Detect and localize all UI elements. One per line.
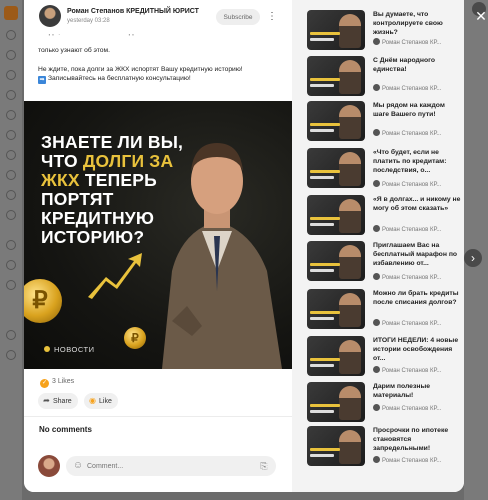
related-post-title[interactable]: Вы думаете, что контролируете свою жизнь… bbox=[373, 10, 461, 37]
related-post-author: Роман Степанов КР... bbox=[373, 84, 441, 92]
comment-box[interactable]: ☺ ⎘ bbox=[66, 456, 276, 476]
related-post-item[interactable]: Приглашаем Вас на бесплатный марафон по … bbox=[307, 241, 461, 281]
related-post-item[interactable]: Вы думаете, что контролируете свою жизнь… bbox=[307, 10, 461, 50]
nav-icon bbox=[6, 50, 16, 60]
likes-count[interactable]: ✓ 3 Likes bbox=[40, 378, 74, 388]
share-button[interactable]: ➦ Share bbox=[38, 393, 78, 409]
related-post-author: Роман Степанов КР... bbox=[373, 404, 441, 412]
nav-icon bbox=[6, 210, 16, 220]
nav-icon bbox=[6, 190, 16, 200]
related-post-author: Роман Степанов КР... bbox=[373, 38, 441, 46]
comment-input[interactable] bbox=[87, 459, 247, 473]
like-icon: ◉ bbox=[89, 396, 96, 405]
related-post-item[interactable]: С Днём народного единства! Роман Степано… bbox=[307, 56, 461, 96]
coin-icon: ₽ bbox=[124, 327, 146, 349]
nav-icon bbox=[6, 330, 16, 340]
related-post-item[interactable]: Мы рядом на каждом шаге Вашего пути! Ром… bbox=[307, 101, 461, 141]
post-date: yesterday 03:28 bbox=[67, 18, 110, 24]
related-post-item[interactable]: Просрочки по ипотеке становятся запредел… bbox=[307, 426, 461, 466]
author-name[interactable]: Роман Степанов КРЕДИТНЫЙ ЮРИСТ bbox=[67, 8, 199, 15]
related-post-thumbnail[interactable] bbox=[307, 426, 365, 466]
share-icon: ➦ bbox=[43, 396, 50, 405]
post-text: ЛЮДИ, ОКОЛО ПОЛОВИНЫ ДОЛЖНИКОВ СМОГУТ ПО… bbox=[38, 28, 286, 93]
related-post-thumbnail[interactable] bbox=[307, 56, 365, 96]
background-left-nav bbox=[0, 0, 22, 500]
nav-icon bbox=[6, 240, 16, 250]
emoji-icon[interactable]: ☺ bbox=[72, 460, 84, 472]
post-text-line: Не ждите, пока долги за ЖКХ испортят Ваш… bbox=[38, 65, 243, 73]
post-panel: ЛЮДИ, ОКОЛО ПОЛОВИНЫ ДОЛЖНИКОВ СМОГУТ ПО… bbox=[24, 0, 292, 492]
ok-logo-icon bbox=[4, 6, 18, 20]
commenter-avatar bbox=[38, 455, 60, 477]
related-post-item[interactable]: Можно ли брать кредиты после списания до… bbox=[307, 289, 461, 329]
post-header: Роман Степанов КРЕДИТНЫЙ ЮРИСТ yesterday… bbox=[24, 0, 292, 34]
related-post-title[interactable]: Просрочки по ипотеке становятся запредел… bbox=[373, 426, 461, 453]
more-options-icon[interactable]: ⋮ bbox=[267, 10, 277, 24]
post-text-line: Записывайтесь на бесплатную консультацию… bbox=[48, 75, 191, 83]
no-comments-label: No comments bbox=[39, 425, 92, 434]
post-text-line: только узнают об этом. bbox=[38, 47, 110, 54]
related-post-thumbnail[interactable] bbox=[307, 101, 365, 141]
related-post-title[interactable]: Дарим полезные материалы! bbox=[373, 382, 461, 400]
related-post-thumbnail[interactable] bbox=[307, 10, 365, 50]
related-post-title[interactable]: С Днём народного единства! bbox=[373, 56, 461, 74]
related-post-title[interactable]: «Что будет, если не платить по кредитам:… bbox=[373, 148, 461, 175]
nav-icon bbox=[6, 130, 16, 140]
arrow-right-icon: ➡ bbox=[38, 76, 46, 85]
nav-icon bbox=[6, 280, 16, 290]
related-post-item[interactable]: «Что будет, если не платить по кредитам:… bbox=[307, 148, 461, 188]
related-post-thumbnail[interactable] bbox=[307, 241, 365, 281]
related-post-thumbnail[interactable] bbox=[307, 289, 365, 329]
related-post-author: Роман Степанов КР... bbox=[373, 273, 441, 281]
post-image[interactable]: ЗНАЕТЕ ЛИ ВЫ, ЧТО ДОЛГИ ЗА ЖКХ ТЕПЕРЬ ПО… bbox=[24, 101, 292, 369]
related-post-author: Роман Степанов КР... bbox=[373, 319, 441, 327]
related-post-thumbnail[interactable] bbox=[307, 382, 365, 422]
related-post-author: Роман Степанов КР... bbox=[373, 456, 441, 464]
subscribe-button[interactable]: Subscribe bbox=[216, 9, 260, 25]
related-post-title[interactable]: Приглашаем Вас на бесплатный марафон по … bbox=[373, 241, 461, 268]
nav-icon bbox=[6, 170, 16, 180]
related-post-thumbnail[interactable] bbox=[307, 336, 365, 376]
news-label: НОВОСТИ bbox=[44, 345, 94, 354]
related-post-item[interactable]: «Я в долгах... и никому не могу об этом … bbox=[307, 195, 461, 235]
related-post-title[interactable]: ИТОГИ НЕДЕЛИ: 4 новые истории освобожден… bbox=[373, 336, 461, 363]
nav-icon bbox=[6, 110, 16, 120]
related-post-title[interactable]: Можно ли брать кредиты после списания до… bbox=[373, 289, 461, 307]
coin-icon: ₽ bbox=[24, 279, 62, 323]
related-post-author: Роман Степанов КР... bbox=[373, 366, 441, 374]
related-post-item[interactable]: Дарим полезные материалы! Роман Степанов… bbox=[307, 382, 461, 422]
related-post-author: Роман Степанов КР... bbox=[373, 129, 441, 137]
related-post-title[interactable]: Мы рядом на каждом шаге Вашего пути! bbox=[373, 101, 461, 119]
image-headline: ЗНАЕТЕ ЛИ ВЫ, ЧТО ДОЛГИ ЗА ЖКХ ТЕПЕРЬ ПО… bbox=[41, 132, 184, 247]
related-posts-sidebar: Вы думаете, что контролируете свою жизнь… bbox=[292, 0, 464, 492]
nav-icon bbox=[6, 150, 16, 160]
related-post-item[interactable]: ИТОГИ НЕДЕЛИ: 4 новые истории освобожден… bbox=[307, 336, 461, 376]
related-post-author: Роман Степанов КР... bbox=[373, 180, 441, 188]
nav-icon bbox=[6, 90, 16, 100]
related-post-title[interactable]: «Я в долгах... и никому не могу об этом … bbox=[373, 195, 461, 213]
nav-icon bbox=[6, 30, 16, 40]
related-post-thumbnail[interactable] bbox=[307, 195, 365, 235]
related-post-author: Роман Степанов КР... bbox=[373, 225, 441, 233]
related-post-thumbnail[interactable] bbox=[307, 148, 365, 188]
author-avatar[interactable] bbox=[39, 5, 61, 27]
like-button[interactable]: ◉ Like bbox=[84, 393, 118, 409]
attach-icon[interactable]: ⎘ bbox=[259, 460, 269, 472]
next-post-arrow-icon[interactable]: › bbox=[464, 249, 482, 267]
nav-icon bbox=[6, 260, 16, 270]
nav-icon bbox=[6, 70, 16, 80]
like-badge-icon: ✓ bbox=[40, 379, 49, 388]
rising-arrow-icon bbox=[88, 253, 142, 299]
divider bbox=[24, 416, 292, 417]
nav-icon bbox=[6, 350, 16, 360]
post-modal: ЛЮДИ, ОКОЛО ПОЛОВИНЫ ДОЛЖНИКОВ СМОГУТ ПО… bbox=[24, 0, 464, 492]
close-icon[interactable]: ✕ bbox=[475, 9, 487, 23]
